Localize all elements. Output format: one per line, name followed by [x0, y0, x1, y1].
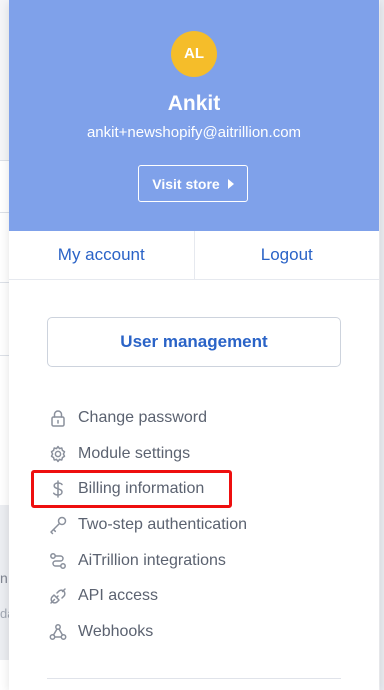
avatar: AL: [171, 31, 217, 77]
profile-header: AL Ankit ankit+newshopify@aitrillion.com…: [9, 0, 379, 231]
menu-item-aitrillion-integrations[interactable]: AiTrillion integrations: [47, 543, 341, 579]
caret-right-icon: [227, 178, 234, 189]
logout-link[interactable]: Logout: [195, 231, 380, 279]
user-email: ankit+newshopify@aitrillion.com: [86, 124, 302, 141]
webhook-icon: [47, 621, 69, 643]
menu-item-label: Two-step authentication: [78, 515, 247, 533]
plug-icon: [47, 585, 69, 607]
menu-item-change-password[interactable]: Change password: [47, 400, 341, 436]
menu-item-webhooks[interactable]: Webhooks: [47, 614, 341, 650]
menu-item-label: AiTrillion integrations: [78, 551, 226, 569]
visit-store-button[interactable]: Visit store: [138, 165, 248, 202]
menu-item-module-settings[interactable]: Module settings: [47, 436, 341, 472]
account-links: My account Logout: [9, 231, 379, 280]
menu-item-label: API access: [78, 587, 159, 605]
menu-item-label: Change password: [78, 408, 207, 426]
background-text: n: [0, 570, 8, 586]
lock-icon: [47, 407, 69, 429]
user-name: Ankit: [167, 92, 221, 115]
settings-menu: Change password Module settings Billing …: [47, 400, 341, 650]
key-icon: [47, 514, 69, 536]
dollar-icon: [47, 478, 69, 500]
menu-item-label: Billing information: [78, 480, 205, 498]
gear-icon: [47, 443, 69, 465]
account-dropdown: AL Ankit ankit+newshopify@aitrillion.com…: [9, 0, 379, 690]
menu-item-label: Module settings: [78, 444, 191, 462]
my-account-link[interactable]: My account: [9, 231, 195, 279]
integration-icon: [47, 550, 69, 572]
menu-item-two-step-authentication[interactable]: Two-step authentication: [47, 507, 341, 543]
background-scrollbar: [380, 0, 384, 690]
menu-item-billing-information[interactable]: Billing information: [47, 471, 341, 507]
menu-item-label: Webhooks: [78, 622, 154, 640]
menu-item-api-access[interactable]: API access: [47, 578, 341, 614]
menu-divider: [47, 678, 341, 679]
user-management-button[interactable]: User management: [47, 317, 341, 367]
visit-store-label: Visit store: [152, 175, 220, 192]
